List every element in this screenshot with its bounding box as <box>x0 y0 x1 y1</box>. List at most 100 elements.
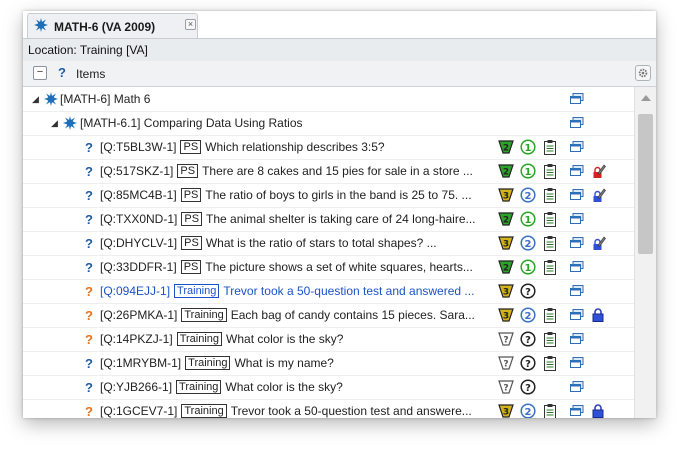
table-row[interactable]: ? [Q:DHYCLV-1] PS What is the ratio of star… <box>23 231 634 256</box>
item-text[interactable]: [Q:YJB266-1] Training What color is the sk… <box>100 379 343 395</box>
padlock-icon[interactable] <box>592 403 604 418</box>
item-id: [Q:TXX0ND-1] <box>100 212 178 226</box>
difficulty-flag-icon: ? <box>498 379 514 395</box>
preview-window-icon[interactable] <box>570 259 584 275</box>
preview-window-icon[interactable] <box>570 187 584 203</box>
level-circle-icon: 1 <box>520 163 536 179</box>
root-label: [MATH-6] Math 6 <box>60 92 151 106</box>
item-text[interactable]: [Q:T5BL3W-1] PS Which relationship describ… <box>100 139 385 155</box>
preview-window-icon[interactable] <box>570 403 584 418</box>
svg-text:3: 3 <box>503 288 509 298</box>
padlock-icon[interactable] <box>592 307 604 323</box>
preview-window-icon[interactable] <box>570 283 584 299</box>
svg-text:2: 2 <box>503 216 509 226</box>
preview-window-icon[interactable] <box>570 163 584 179</box>
expand-arrow-icon[interactable]: ◢ <box>32 91 39 107</box>
difficulty-flag-icon: ? <box>498 331 514 347</box>
table-row[interactable]: ? [Q:26PMKA-1] Training Each bag of candy c… <box>23 303 634 328</box>
difficulty-flag-icon: 3 <box>498 187 514 203</box>
scroll-up-arrow-icon[interactable] <box>641 95 651 101</box>
item-question-text: What is the ratio of stars to total shap… <box>205 236 437 250</box>
svg-text:?: ? <box>525 359 531 370</box>
svg-text:1: 1 <box>525 215 532 226</box>
notes-clipboard-icon[interactable] <box>544 139 556 155</box>
notes-clipboard-icon[interactable] <box>544 211 556 227</box>
table-row[interactable]: ? [Q:14PKZJ-1] Training What color is the s… <box>23 327 634 352</box>
item-tag-badge: Training <box>176 380 222 394</box>
table-row[interactable]: ? [Q:85MC4B-1] PS The ratio of boys to girl… <box>23 183 634 208</box>
table-row[interactable]: ? [Q:094EJJ-1] Training Trevor took a 50-qu… <box>23 279 634 304</box>
item-question-text: What color is the sky? <box>225 380 343 394</box>
notes-clipboard-icon[interactable] <box>544 187 556 203</box>
preview-window-icon[interactable] <box>570 115 584 131</box>
items-header: − ? Items <box>23 61 656 87</box>
preview-window-icon[interactable] <box>570 307 584 323</box>
item-question-text: The ratio of boys to girls in the band i… <box>205 188 472 202</box>
item-tag-badge: PS <box>181 212 203 226</box>
preview-window-icon[interactable] <box>570 211 584 227</box>
notes-clipboard-icon[interactable] <box>544 403 556 418</box>
item-id: [Q:T5BL3W-1] <box>100 140 177 154</box>
table-row[interactable]: ? [Q:1GCEV7-1] Training Trevor took a 50-qu… <box>23 399 634 418</box>
collapse-all-button[interactable]: − <box>33 66 47 80</box>
item-text[interactable]: [Q:517SKZ-1] PS There are 8 cakes and 15 p… <box>100 163 473 179</box>
expand-arrow-icon[interactable]: ◢ <box>51 115 58 131</box>
preview-window-icon[interactable] <box>570 331 584 347</box>
question-icon: ? <box>85 403 93 419</box>
table-row[interactable]: ? [Q:517SKZ-1] PS There are 8 cakes and 15 … <box>23 159 634 184</box>
scrollbar-thumb[interactable] <box>638 114 653 254</box>
vertical-scrollbar[interactable] <box>634 87 656 418</box>
item-tag-badge: PS <box>180 188 202 202</box>
preview-window-icon[interactable] <box>570 355 584 371</box>
item-text[interactable]: [Q:14PKZJ-1] Training What color is the sk… <box>100 331 343 347</box>
preview-window-icon[interactable] <box>570 139 584 155</box>
item-text[interactable]: [Q:1MRYBM-1] Training What is my name? <box>100 355 334 371</box>
item-tag-badge: Training <box>176 332 223 346</box>
notes-clipboard-icon[interactable] <box>544 355 556 371</box>
item-question-text: What color is the sky? <box>226 332 344 346</box>
notes-clipboard-icon[interactable] <box>544 235 556 251</box>
tab-math-6[interactable]: MATH-6 (VA 2009) × <box>27 13 198 39</box>
preview-window-icon[interactable] <box>570 235 584 251</box>
item-text[interactable]: [Q:094EJJ-1] Training Trevor took a 50-que… <box>100 283 474 299</box>
question-icon: ? <box>85 283 93 299</box>
settings-gear-icon[interactable] <box>635 65 651 81</box>
difficulty-flag-icon: 2 <box>498 163 514 179</box>
question-icon: ? <box>58 65 66 80</box>
item-text[interactable]: [Q:TXX0ND-1] PS The animal shelter is taki… <box>100 211 476 227</box>
edit-lock-blue-icon[interactable] <box>592 235 606 251</box>
edit-lock-red-icon[interactable] <box>592 163 606 179</box>
item-text[interactable]: [Q:DHYCLV-1] PS What is the ratio of stars… <box>100 235 437 251</box>
edit-lock-blue-icon[interactable] <box>592 187 606 203</box>
question-icon: ? <box>85 187 93 203</box>
preview-window-icon[interactable] <box>570 91 584 107</box>
question-icon: ? <box>85 259 93 275</box>
preview-window-icon[interactable] <box>570 379 584 395</box>
notes-clipboard-icon[interactable] <box>544 259 556 275</box>
notes-clipboard-icon[interactable] <box>544 163 556 179</box>
item-tag-badge: PS <box>180 260 202 274</box>
table-row[interactable]: ? [Q:YJB266-1] Training What color is the s… <box>23 375 634 400</box>
item-tag-badge: Training <box>181 308 227 322</box>
item-text[interactable]: [Q:26PMKA-1] Training Each bag of candy co… <box>100 307 475 323</box>
notes-clipboard-icon[interactable] <box>544 307 556 323</box>
svg-text:2: 2 <box>503 144 509 154</box>
notes-clipboard-icon[interactable] <box>544 331 556 347</box>
svg-text:1: 1 <box>525 143 532 154</box>
location-bar: Location: Training [VA] <box>23 38 656 62</box>
question-icon: ? <box>85 355 93 371</box>
tab-close-icon[interactable]: × <box>185 19 196 30</box>
difficulty-flag-icon: 2 <box>498 139 514 155</box>
tree-row-group[interactable]: ◢ [MATH-6.1] Comparing Data Using Ratios <box>23 111 634 136</box>
question-icon: ? <box>85 235 93 251</box>
svg-text:?: ? <box>525 383 531 394</box>
table-row[interactable]: ? [Q:T5BL3W-1] PS Which relationship descri… <box>23 135 634 160</box>
item-text[interactable]: [Q:33DDFR-1] PS The picture shows a set of… <box>100 259 473 275</box>
item-text[interactable]: [Q:85MC4B-1] PS The ratio of boys to girls… <box>100 187 472 203</box>
table-row[interactable]: ? [Q:TXX0ND-1] PS The animal shelter is tak… <box>23 207 634 232</box>
item-text[interactable]: [Q:1GCEV7-1] Training Trevor took a 50-que… <box>100 403 472 418</box>
tree-row-root[interactable]: ◢ [MATH-6] Math 6 <box>23 87 634 112</box>
table-row[interactable]: ? [Q:1MRYBM-1] Training What is my name??? <box>23 351 634 376</box>
item-id: [Q:1GCEV7-1] <box>100 404 178 418</box>
table-row[interactable]: ? [Q:33DDFR-1] PS The picture shows a set o… <box>23 255 634 280</box>
